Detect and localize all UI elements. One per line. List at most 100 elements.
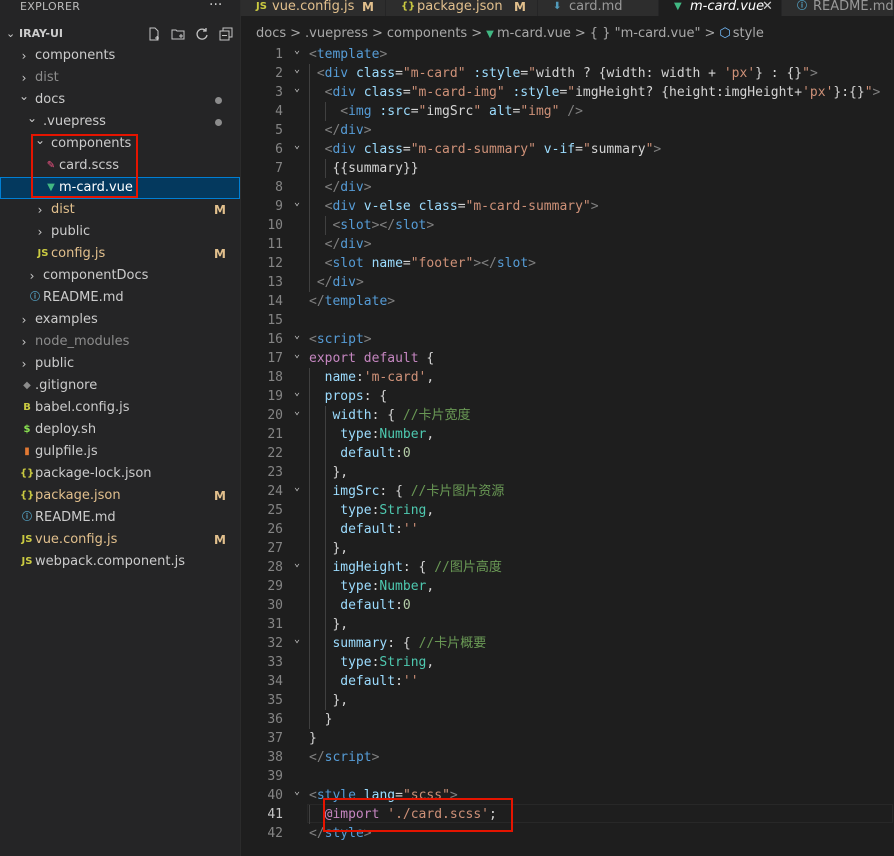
code-token: , xyxy=(426,655,435,670)
fold-chevron-icon[interactable]: ⌄ xyxy=(292,383,302,402)
folder-item[interactable]: › public xyxy=(0,221,240,243)
folder-item[interactable]: › examples xyxy=(0,309,240,331)
code-line: export default { xyxy=(309,349,434,368)
code-token: > xyxy=(426,218,435,233)
indent-guide xyxy=(309,691,310,710)
fold-chevron-icon[interactable]: ⌄ xyxy=(292,326,302,345)
indent-guide xyxy=(309,83,310,102)
highlight-box xyxy=(323,798,513,832)
code-token: name xyxy=(324,370,356,385)
fold-chevron-icon[interactable]: ⌄ xyxy=(292,193,302,212)
line-number: 2 xyxy=(275,66,283,81)
breadcrumb-item[interactable]: .vuepress xyxy=(305,26,368,41)
fold-chevron-icon[interactable]: ⌄ xyxy=(292,630,302,649)
file-item[interactable]: ⓘ README.md xyxy=(0,507,240,529)
line-number: 29 xyxy=(267,579,283,594)
tab-m-card-vue[interactable]: ▼ m-card.vue ✕ xyxy=(659,0,782,16)
chevron-right-icon: › xyxy=(21,357,27,371)
code-token: > xyxy=(371,750,380,765)
refresh-icon[interactable] xyxy=(194,26,210,42)
folder-item[interactable]: › componentDocs xyxy=(0,265,240,287)
file-item[interactable]: Bbabel.config.js xyxy=(0,397,240,419)
file-item[interactable]: {} package-lock.json xyxy=(0,463,240,485)
tab-package-json[interactable]: {} package.json M xyxy=(386,0,538,16)
code-token: : { xyxy=(363,389,388,404)
code-line: imgSrc: { //卡片图片资源 xyxy=(332,482,504,501)
breadcrumb-item[interactable]: m-card.vue xyxy=(497,26,571,41)
fold-chevron-icon[interactable]: ⌄ xyxy=(292,554,302,573)
folder-item[interactable]: › dist xyxy=(0,67,240,89)
line-number: 40 xyxy=(267,788,283,803)
line-number: 33 xyxy=(267,655,283,670)
project-header[interactable]: ⌄ IRAY-UI xyxy=(0,23,240,45)
breadcrumb-item[interactable]: { } "m-card.vue" xyxy=(590,26,701,41)
line-number: 1 xyxy=(275,47,283,62)
more-actions-icon[interactable]: ··· xyxy=(209,0,222,13)
new-folder-icon[interactable] xyxy=(170,26,186,42)
fold-chevron-icon[interactable]: ⌄ xyxy=(292,478,302,497)
new-file-icon[interactable] xyxy=(146,26,162,42)
code-token: }, xyxy=(332,465,349,480)
code-token: 'px' xyxy=(802,85,834,100)
line-number: 4 xyxy=(275,104,283,119)
indent-guide xyxy=(309,159,310,178)
file-item[interactable]: JS config.js M xyxy=(0,243,240,265)
close-icon[interactable]: ✕ xyxy=(762,0,773,14)
code-token: > xyxy=(363,180,372,195)
file-item[interactable]: ▮ gulpfile.js xyxy=(0,441,240,463)
file-label: package-lock.json xyxy=(35,466,152,481)
file-item[interactable]: JS webpack.component.js xyxy=(0,551,240,573)
folder-item[interactable]: › components xyxy=(0,45,240,67)
indent-guide xyxy=(324,102,326,121)
modified-dot-icon xyxy=(215,119,222,126)
fold-chevron-icon[interactable]: ⌄ xyxy=(292,60,302,79)
file-item[interactable]: {} package.json M xyxy=(0,485,240,507)
line-number: 8 xyxy=(275,180,283,195)
breadcrumb-item[interactable]: components xyxy=(387,26,467,41)
file-label: webpack.component.js xyxy=(35,554,185,569)
fold-chevron-icon[interactable]: ⌄ xyxy=(292,402,302,421)
code-token: 'm-card' xyxy=(363,370,427,385)
indent-guide xyxy=(309,64,310,83)
line-number: 39 xyxy=(267,769,283,784)
code-token: summary xyxy=(332,636,388,651)
file-item[interactable]: JS vue.config.js M xyxy=(0,529,240,551)
code-token: }, xyxy=(332,541,349,556)
line-number: 14 xyxy=(267,294,283,309)
gulp-file-icon: ▮ xyxy=(24,446,30,457)
fold-chevron-icon[interactable]: ⌄ xyxy=(292,79,302,98)
code-token: = xyxy=(457,199,466,214)
file-item[interactable]: $ deploy.sh xyxy=(0,419,240,441)
code-editor[interactable]: 1 ⌄ <template> 2 ⌄ <div class="m-card" :style… xyxy=(241,44,894,856)
code-token: " xyxy=(802,66,810,81)
fold-chevron-icon[interactable]: ⌄ xyxy=(292,136,302,155)
code-token: < xyxy=(316,66,325,81)
breadcrumb-item[interactable]: docs xyxy=(256,26,286,41)
code-line: }, xyxy=(332,615,348,634)
fold-chevron-icon[interactable]: ⌄ xyxy=(292,345,302,364)
code-token: > xyxy=(872,85,881,100)
breadcrumb-separator: > xyxy=(471,26,483,41)
tab-card-md[interactable]: ⬇ card.md xyxy=(538,0,659,16)
code-token: props xyxy=(324,389,364,404)
code-token: > xyxy=(528,256,536,271)
cube-icon: ⬡ xyxy=(719,26,731,41)
file-item[interactable]: ◆ .gitignore xyxy=(0,375,240,397)
folder-item[interactable]: › public xyxy=(0,353,240,375)
folder-item[interactable]: › dist M xyxy=(0,199,240,221)
git-status-badge: M xyxy=(214,489,226,503)
collapse-all-icon[interactable] xyxy=(218,26,234,42)
tab-vue-config-js[interactable]: JS vue.config.js M xyxy=(241,0,386,16)
indent-guide xyxy=(309,482,310,501)
tab-readme-md[interactable]: ⓘ README.md xyxy=(782,0,894,16)
breadcrumb-item[interactable]: style xyxy=(733,26,764,41)
file-item[interactable]: ⓘ README.md xyxy=(0,287,240,309)
fold-chevron-icon[interactable]: ⌄ xyxy=(292,782,302,801)
code-token: v-if xyxy=(543,142,576,157)
fold-chevron-icon[interactable]: ⌄ xyxy=(292,41,302,60)
folder-item[interactable]: › node_modules xyxy=(0,331,240,353)
line-number: 25 xyxy=(267,503,283,518)
